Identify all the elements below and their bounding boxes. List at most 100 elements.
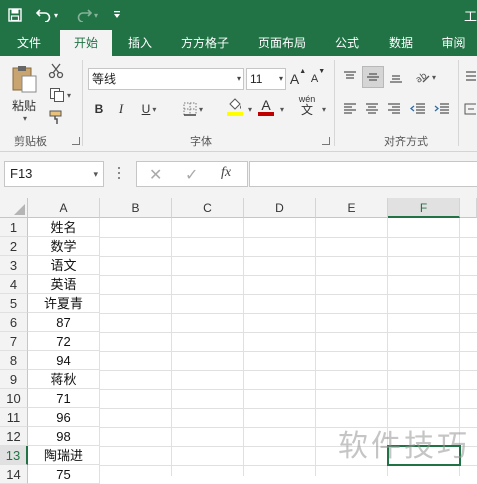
tab-fangfang[interactable]: 方方格子: [170, 30, 240, 56]
cell-a3[interactable]: 语文: [28, 256, 100, 275]
clipboard-group-label: 剪贴板: [14, 136, 47, 148]
separator: [82, 60, 83, 146]
shrink-font-button[interactable]: A ▼: [310, 68, 326, 90]
orientation-icon[interactable]: ab ▾: [410, 66, 440, 88]
cut-icon[interactable]: [44, 60, 68, 82]
cell-a1[interactable]: 姓名: [28, 218, 100, 237]
row-header[interactable]: 4: [0, 275, 28, 294]
column-header-g[interactable]: [460, 198, 477, 218]
tab-insert[interactable]: 插入: [114, 30, 166, 56]
cell-a5[interactable]: 许夏青: [28, 294, 100, 313]
formula-buttons: ✕ ✓ fx: [136, 161, 248, 187]
tab-home[interactable]: 开始: [60, 30, 112, 56]
row-header[interactable]: 10: [0, 389, 28, 408]
enter-icon[interactable]: ✓: [185, 165, 198, 185]
formula-bar-grip[interactable]: [118, 166, 122, 182]
gridline: [100, 351, 477, 352]
tab-page-layout[interactable]: 页面布局: [246, 30, 318, 56]
format-painter-icon[interactable]: [44, 106, 68, 128]
column-header-d[interactable]: D: [244, 198, 316, 218]
bold-button[interactable]: B: [90, 98, 108, 120]
underline-button[interactable]: U ▾: [134, 98, 164, 120]
cell-a7[interactable]: 72: [28, 332, 100, 351]
separator: [334, 60, 335, 146]
row-header[interactable]: 7: [0, 332, 28, 351]
gridline: [100, 332, 477, 333]
phonetic-dropdown-icon[interactable]: ▾: [322, 105, 326, 114]
row-header[interactable]: 3: [0, 256, 28, 275]
row-header[interactable]: 8: [0, 351, 28, 370]
insert-function-button[interactable]: fx: [221, 165, 231, 181]
column-header-b[interactable]: B: [100, 198, 172, 218]
row-header[interactable]: 14: [0, 465, 28, 484]
cell-a2[interactable]: 数学: [28, 237, 100, 256]
tab-file[interactable]: 文件: [0, 30, 58, 56]
cell-a10[interactable]: 71: [28, 389, 100, 408]
cell-a4[interactable]: 英语: [28, 275, 100, 294]
row-header[interactable]: 1: [0, 218, 28, 237]
column-header-f[interactable]: F: [388, 198, 460, 218]
copy-icon[interactable]: ▾: [44, 84, 76, 106]
clipboard-launcher-icon[interactable]: [72, 137, 80, 145]
column-header-c[interactable]: C: [172, 198, 244, 218]
column-header-a[interactable]: A: [28, 198, 100, 218]
formula-bar: F13 ▾ ✕ ✓ fx: [0, 152, 477, 198]
save-icon[interactable]: [2, 0, 28, 30]
cell-a6[interactable]: 87: [28, 313, 100, 332]
cell-a11[interactable]: 96: [28, 408, 100, 427]
customize-quick-access-icon[interactable]: [108, 0, 126, 30]
align-top-icon[interactable]: [340, 66, 360, 88]
paste-button[interactable]: 粘贴 ▾: [6, 62, 42, 124]
font-launcher-icon[interactable]: [322, 137, 330, 145]
align-center-icon[interactable]: [362, 98, 382, 120]
row-header[interactable]: 9: [0, 370, 28, 389]
grow-font-button[interactable]: A ▲: [290, 68, 306, 90]
wrap-text-icon[interactable]: [462, 66, 477, 88]
window-title: 工: [463, 9, 477, 24]
fill-color-button[interactable]: [218, 96, 252, 118]
align-bottom-icon[interactable]: [386, 66, 406, 88]
row-header[interactable]: 5: [0, 294, 28, 313]
row-header-selected[interactable]: 13: [0, 446, 28, 465]
row-header[interactable]: 11: [0, 408, 28, 427]
title-bar: ▾ ▾ 工: [0, 0, 477, 30]
tab-formulas[interactable]: 公式: [322, 30, 372, 56]
decrease-indent-icon[interactable]: [408, 98, 428, 120]
font-name-dropdown[interactable]: 等线 ▾: [88, 68, 244, 90]
row-header[interactable]: 6: [0, 313, 28, 332]
name-box[interactable]: F13 ▾: [4, 161, 104, 187]
cancel-icon[interactable]: ✕: [149, 165, 162, 185]
italic-button[interactable]: I: [112, 98, 130, 120]
row-header[interactable]: 2: [0, 237, 28, 256]
increase-indent-icon[interactable]: [432, 98, 452, 120]
cell-a14[interactable]: 75: [28, 465, 100, 484]
gridline: [100, 294, 477, 295]
align-left-icon[interactable]: [340, 98, 360, 120]
column-header-e[interactable]: E: [316, 198, 388, 218]
font-color-button[interactable]: A: [254, 96, 278, 118]
undo-icon[interactable]: ▾: [32, 0, 62, 30]
gridline: [100, 237, 477, 238]
gridline: [100, 370, 477, 371]
cell-a8[interactable]: 94: [28, 351, 100, 370]
redo-icon[interactable]: ▾: [72, 0, 102, 30]
gridline: [100, 256, 477, 257]
align-middle-icon[interactable]: [362, 66, 384, 88]
formula-input[interactable]: [249, 161, 477, 187]
ribbon-home: 粘贴 ▾ ▾ 剪贴板 等线 ▾ 11 ▾ A ▲ A ▼ B I U ▾ ▾ ▾ A ▾: [0, 56, 477, 152]
phonetic-button[interactable]: wén 文: [294, 94, 320, 116]
tab-review[interactable]: 审阅: [430, 30, 477, 56]
gridline: [100, 389, 477, 390]
select-all-corner[interactable]: [0, 198, 28, 218]
merge-center-icon[interactable]: [462, 98, 477, 120]
borders-button[interactable]: ▾: [176, 98, 210, 120]
tab-data[interactable]: 数据: [376, 30, 426, 56]
font-size-dropdown[interactable]: 11 ▾: [246, 68, 286, 90]
row-header[interactable]: 12: [0, 427, 28, 446]
cell-a13[interactable]: 陶瑞进: [28, 446, 100, 465]
fill-color-dropdown-icon[interactable]: ▾: [248, 105, 252, 114]
font-color-dropdown-icon[interactable]: ▾: [280, 105, 284, 114]
cell-a12[interactable]: 98: [28, 427, 100, 446]
cell-a9[interactable]: 蒋秋: [28, 370, 100, 389]
align-right-icon[interactable]: [384, 98, 404, 120]
